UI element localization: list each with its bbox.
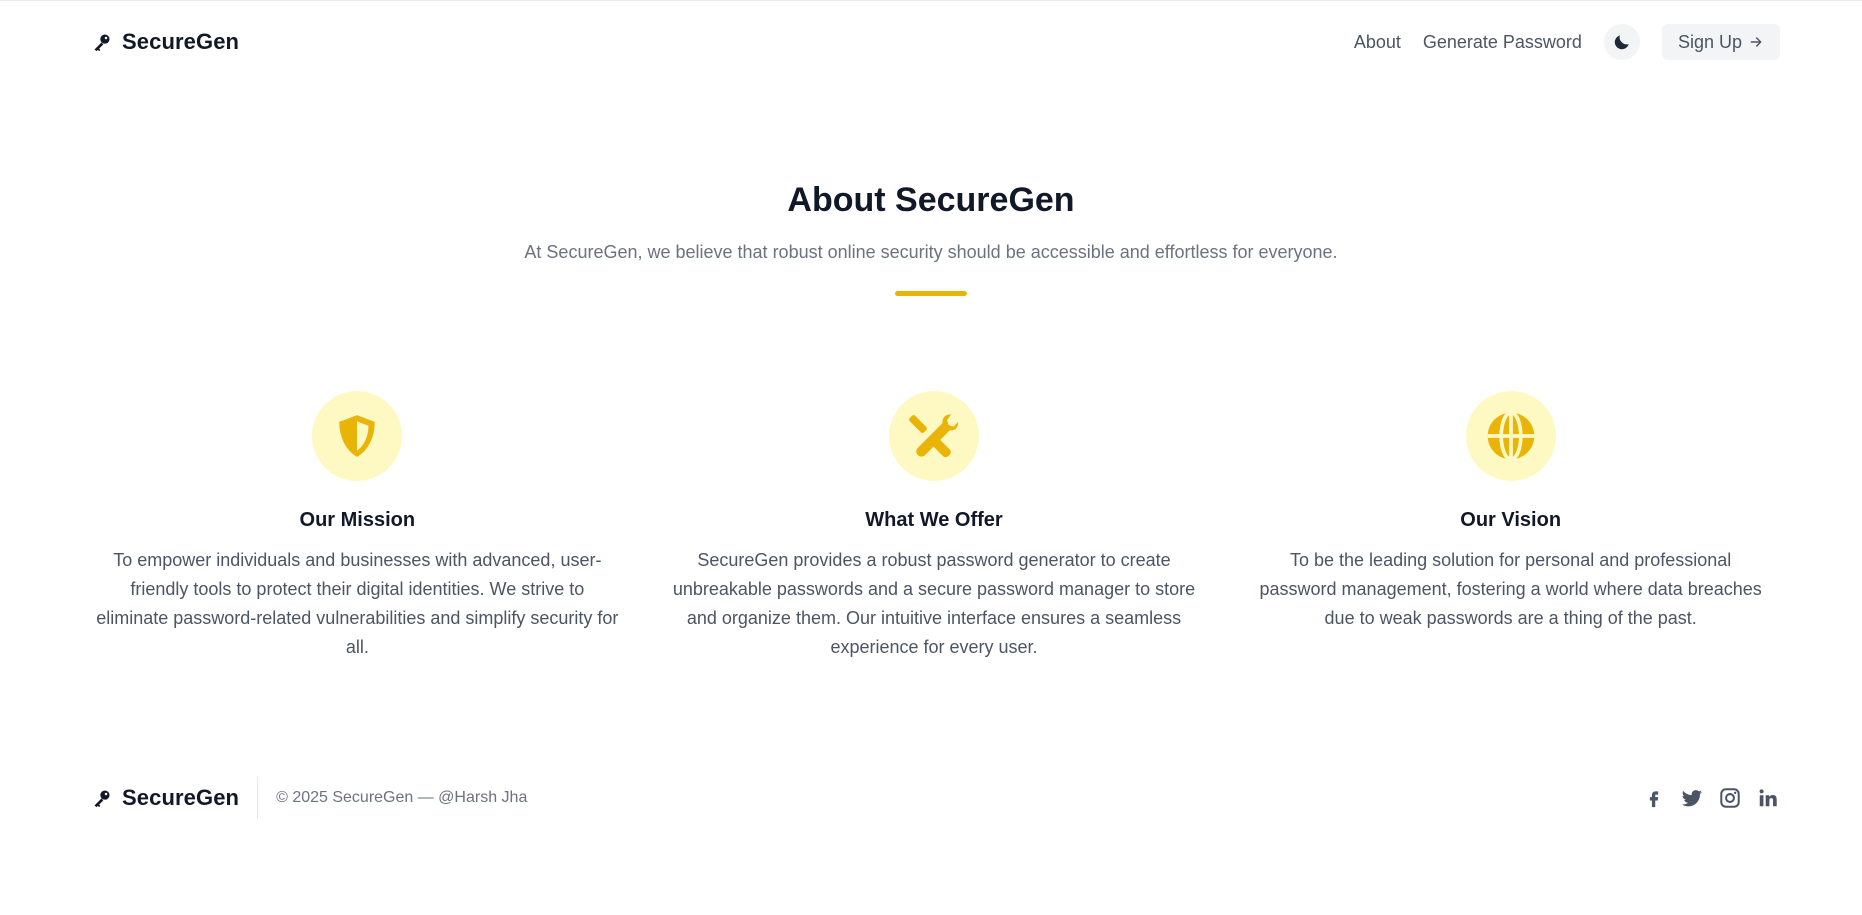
nav-about-link[interactable]: About bbox=[1354, 32, 1401, 53]
tools-icon bbox=[909, 414, 959, 458]
feature-icon-circle bbox=[1465, 391, 1556, 481]
feature-text: SecureGen provides a robust password gen… bbox=[672, 550, 1196, 657]
twitter-icon[interactable] bbox=[1680, 786, 1704, 810]
feature-card-offer: What We Offer SecureGen provides a robus… bbox=[669, 391, 1200, 662]
about-hero: About SecureGen At SecureGen, we believe… bbox=[0, 181, 1862, 296]
feature-title: Our Vision bbox=[1460, 509, 1562, 531]
footer-divider bbox=[257, 777, 259, 819]
key-icon bbox=[92, 788, 112, 808]
feature-icon-circle bbox=[312, 391, 403, 481]
sign-up-button[interactable]: Sign Up bbox=[1661, 24, 1780, 60]
globe-icon bbox=[1487, 410, 1534, 462]
main-nav: About Generate Password Sign Up bbox=[1354, 24, 1780, 60]
feature-card-mission: Our Mission To empower individuals and b… bbox=[92, 391, 623, 662]
copyright-text: © 2025 SecureGen — @Harsh Jha bbox=[276, 789, 528, 806]
instagram-icon[interactable] bbox=[1718, 786, 1742, 810]
facebook-icon[interactable] bbox=[1642, 786, 1666, 810]
social-links bbox=[1642, 786, 1780, 810]
site-header: SecureGen About Generate Password Sign U… bbox=[0, 1, 1862, 83]
feature-text: To empower individuals and businesses wi… bbox=[96, 550, 619, 657]
footer-brand-name: SecureGen bbox=[122, 785, 240, 810]
feature-card-vision: Our Vision To be the leading solution fo… bbox=[1245, 391, 1776, 662]
accent-divider bbox=[895, 291, 967, 296]
key-icon bbox=[92, 32, 112, 52]
feature-title: Our Mission bbox=[299, 509, 416, 531]
page-subtitle: At SecureGen, we believe that robust onl… bbox=[524, 242, 1338, 262]
arrow-right-icon bbox=[1750, 37, 1762, 47]
brand-name: SecureGen bbox=[122, 29, 240, 54]
footer-brand-logo[interactable]: SecureGen bbox=[92, 785, 239, 811]
feature-text: To be the leading solution for personal … bbox=[1259, 550, 1762, 628]
feature-title: What We Offer bbox=[865, 509, 1003, 531]
feature-icon-circle bbox=[888, 391, 979, 481]
moon-icon bbox=[1614, 35, 1629, 50]
footer-left: SecureGen © 2025 SecureGen — @Harsh Jha bbox=[92, 777, 527, 819]
nav-generate-password-link[interactable]: Generate Password bbox=[1423, 32, 1582, 53]
features-grid: Our Mission To empower individuals and b… bbox=[92, 391, 1776, 662]
sign-up-label: Sign Up bbox=[1677, 31, 1742, 52]
brand-logo[interactable]: SecureGen bbox=[92, 29, 239, 55]
theme-toggle-button[interactable] bbox=[1603, 24, 1640, 60]
site-footer: SecureGen © 2025 SecureGen — @Harsh Jha bbox=[0, 776, 1862, 820]
shield-icon bbox=[339, 415, 376, 457]
page-title: About SecureGen bbox=[787, 181, 1075, 219]
linkedin-icon[interactable] bbox=[1756, 786, 1780, 810]
